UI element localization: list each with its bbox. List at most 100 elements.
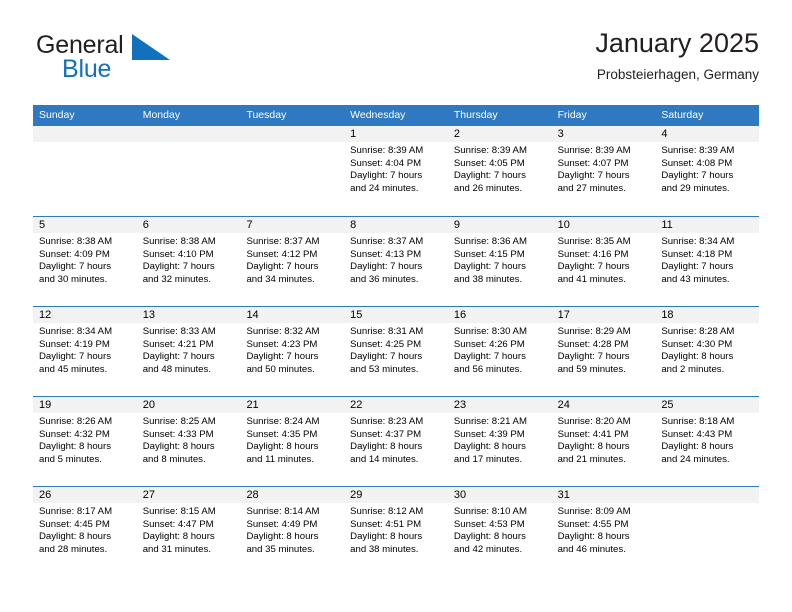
weekday-header-monday: Monday bbox=[142, 109, 181, 121]
sunset-text: Sunset: 4:37 PM bbox=[350, 428, 422, 440]
daylight-text-line2: and 36 minutes. bbox=[350, 273, 419, 285]
sunrise-text: Sunrise: 8:17 AM bbox=[39, 506, 113, 517]
day-number bbox=[655, 487, 760, 503]
day-number: 30 bbox=[447, 487, 552, 503]
sunrise-text: Sunrise: 8:35 AM bbox=[557, 236, 631, 247]
day-number: 13 bbox=[136, 307, 241, 323]
day-number: 19 bbox=[33, 397, 137, 413]
daylight-text-line2: and 14 minutes. bbox=[350, 453, 419, 465]
day-cell: 7 Sunrise: 8:37 AM Sunset: 4:12 PM Dayli… bbox=[240, 217, 345, 306]
day-details: Sunrise: 8:34 AM Sunset: 4:18 PM Dayligh… bbox=[655, 233, 759, 286]
daylight-text-line2: and 53 minutes. bbox=[350, 363, 419, 375]
day-details: Sunrise: 8:18 AM Sunset: 4:43 PM Dayligh… bbox=[655, 413, 759, 466]
sunrise-text: Sunrise: 8:37 AM bbox=[246, 236, 320, 247]
day-cell bbox=[655, 487, 760, 576]
day-number: 26 bbox=[33, 487, 137, 503]
daylight-text-line1: Daylight: 7 hours bbox=[39, 351, 111, 363]
daylight-text-line1: Daylight: 7 hours bbox=[453, 261, 526, 273]
sunset-text: Sunset: 4:04 PM bbox=[350, 157, 422, 169]
day-details: Sunrise: 8:39 AM Sunset: 4:08 PM Dayligh… bbox=[655, 142, 759, 195]
daylight-text-line1: Daylight: 7 hours bbox=[350, 170, 423, 182]
daylight-text-line1: Daylight: 7 hours bbox=[39, 261, 111, 273]
daylight-text-line1: Daylight: 7 hours bbox=[142, 261, 215, 273]
daylight-text-line2: and 24 minutes. bbox=[350, 182, 419, 194]
day-cell: 20 Sunrise: 8:25 AM Sunset: 4:33 PM Dayl… bbox=[136, 397, 241, 486]
sunrise-text: Sunrise: 8:10 AM bbox=[453, 506, 527, 517]
daylight-text-line1: Daylight: 8 hours bbox=[39, 441, 111, 453]
sunrise-text: Sunrise: 8:29 AM bbox=[557, 326, 631, 337]
sunrise-text: Sunrise: 8:12 AM bbox=[350, 506, 424, 517]
sunrise-text: Sunrise: 8:24 AM bbox=[246, 416, 320, 427]
sunset-text: Sunset: 4:07 PM bbox=[557, 157, 629, 169]
day-details: Sunrise: 8:33 AM Sunset: 4:21 PM Dayligh… bbox=[137, 323, 241, 376]
daylight-text-line2: and 26 minutes. bbox=[453, 182, 523, 194]
week-row: 19 Sunrise: 8:26 AM Sunset: 4:32 PM Dayl… bbox=[33, 396, 760, 486]
daylight-text-line2: and 28 minutes. bbox=[39, 543, 108, 555]
sunrise-text: Sunrise: 8:33 AM bbox=[142, 326, 216, 337]
day-cell: 24 Sunrise: 8:20 AM Sunset: 4:41 PM Dayl… bbox=[551, 397, 656, 486]
daylight-text-line2: and 46 minutes. bbox=[557, 543, 626, 555]
day-details: Sunrise: 8:32 AM Sunset: 4:23 PM Dayligh… bbox=[240, 323, 344, 376]
daylight-text-line1: Daylight: 8 hours bbox=[557, 441, 630, 453]
day-number: 2 bbox=[447, 126, 552, 142]
day-number: 24 bbox=[551, 397, 656, 413]
day-cell: 27 Sunrise: 8:15 AM Sunset: 4:47 PM Dayl… bbox=[136, 487, 241, 576]
sunset-text: Sunset: 4:43 PM bbox=[661, 428, 733, 440]
day-number: 7 bbox=[240, 217, 345, 233]
daylight-text-line1: Daylight: 8 hours bbox=[453, 531, 526, 543]
day-cell: 1 Sunrise: 8:39 AM Sunset: 4:04 PM Dayli… bbox=[344, 126, 448, 216]
day-number bbox=[240, 126, 345, 142]
sunset-text: Sunset: 4:32 PM bbox=[39, 428, 110, 440]
sunset-text: Sunset: 4:26 PM bbox=[453, 338, 525, 350]
daylight-text-line1: Daylight: 7 hours bbox=[350, 351, 423, 363]
page-location: Probsteierhagen, Germany bbox=[596, 67, 759, 82]
day-details: Sunrise: 8:12 AM Sunset: 4:51 PM Dayligh… bbox=[344, 503, 448, 556]
daylight-text-line2: and 29 minutes. bbox=[661, 182, 730, 194]
day-cell: 8 Sunrise: 8:37 AM Sunset: 4:13 PM Dayli… bbox=[344, 217, 448, 306]
day-number: 12 bbox=[33, 307, 137, 323]
daylight-text-line1: Daylight: 8 hours bbox=[142, 531, 215, 543]
week-row: 1 Sunrise: 8:39 AM Sunset: 4:04 PM Dayli… bbox=[33, 126, 760, 216]
day-cell: 5 Sunrise: 8:38 AM Sunset: 4:09 PM Dayli… bbox=[33, 217, 137, 306]
day-details: Sunrise: 8:20 AM Sunset: 4:41 PM Dayligh… bbox=[552, 413, 656, 466]
day-cell: 31 Sunrise: 8:09 AM Sunset: 4:55 PM Dayl… bbox=[551, 487, 656, 576]
day-details: Sunrise: 8:38 AM Sunset: 4:09 PM Dayligh… bbox=[33, 233, 137, 286]
day-number: 22 bbox=[344, 397, 448, 413]
sunrise-text: Sunrise: 8:38 AM bbox=[142, 236, 216, 247]
day-number: 8 bbox=[344, 217, 448, 233]
day-number: 15 bbox=[344, 307, 448, 323]
sunset-text: Sunset: 4:30 PM bbox=[661, 338, 733, 350]
day-details: Sunrise: 8:29 AM Sunset: 4:28 PM Dayligh… bbox=[552, 323, 656, 376]
sunrise-text: Sunrise: 8:34 AM bbox=[39, 326, 113, 337]
daylight-text-line2: and 48 minutes. bbox=[142, 363, 211, 375]
week-row: 12 Sunrise: 8:34 AM Sunset: 4:19 PM Dayl… bbox=[33, 306, 760, 396]
day-number: 31 bbox=[551, 487, 656, 503]
daylight-text-line1: Daylight: 8 hours bbox=[246, 441, 319, 453]
sunset-text: Sunset: 4:55 PM bbox=[557, 518, 629, 530]
day-cell: 22 Sunrise: 8:23 AM Sunset: 4:37 PM Dayl… bbox=[344, 397, 448, 486]
day-details: Sunrise: 8:10 AM Sunset: 4:53 PM Dayligh… bbox=[448, 503, 552, 556]
weekday-header-friday: Friday bbox=[557, 109, 587, 121]
sunset-text: Sunset: 4:45 PM bbox=[39, 518, 110, 530]
sunset-text: Sunset: 4:41 PM bbox=[557, 428, 629, 440]
daylight-text-line1: Daylight: 7 hours bbox=[350, 261, 423, 273]
weekday-header-row: Sunday Monday Tuesday Wednesday Thursday… bbox=[33, 105, 759, 126]
day-details: Sunrise: 8:39 AM Sunset: 4:04 PM Dayligh… bbox=[344, 142, 448, 195]
daylight-text-line1: Daylight: 8 hours bbox=[142, 441, 215, 453]
day-number bbox=[33, 126, 137, 142]
logo-text-blue: Blue bbox=[62, 55, 112, 83]
sunset-text: Sunset: 4:05 PM bbox=[453, 157, 525, 169]
sunset-text: Sunset: 4:13 PM bbox=[350, 248, 422, 260]
daylight-text-line2: and 24 minutes. bbox=[661, 453, 730, 465]
day-number: 4 bbox=[655, 126, 760, 142]
daylight-text-line1: Daylight: 8 hours bbox=[557, 531, 630, 543]
day-cell bbox=[136, 126, 241, 216]
daylight-text-line1: Daylight: 8 hours bbox=[350, 441, 423, 453]
week-row: 26 Sunrise: 8:17 AM Sunset: 4:45 PM Dayl… bbox=[33, 486, 760, 576]
daylight-text-line2: and 35 minutes. bbox=[246, 543, 315, 555]
day-details: Sunrise: 8:39 AM Sunset: 4:05 PM Dayligh… bbox=[448, 142, 552, 195]
day-cell: 13 Sunrise: 8:33 AM Sunset: 4:21 PM Dayl… bbox=[136, 307, 241, 396]
sunrise-text: Sunrise: 8:30 AM bbox=[453, 326, 527, 337]
daylight-text-line2: and 31 minutes. bbox=[142, 543, 211, 555]
day-number: 6 bbox=[136, 217, 241, 233]
